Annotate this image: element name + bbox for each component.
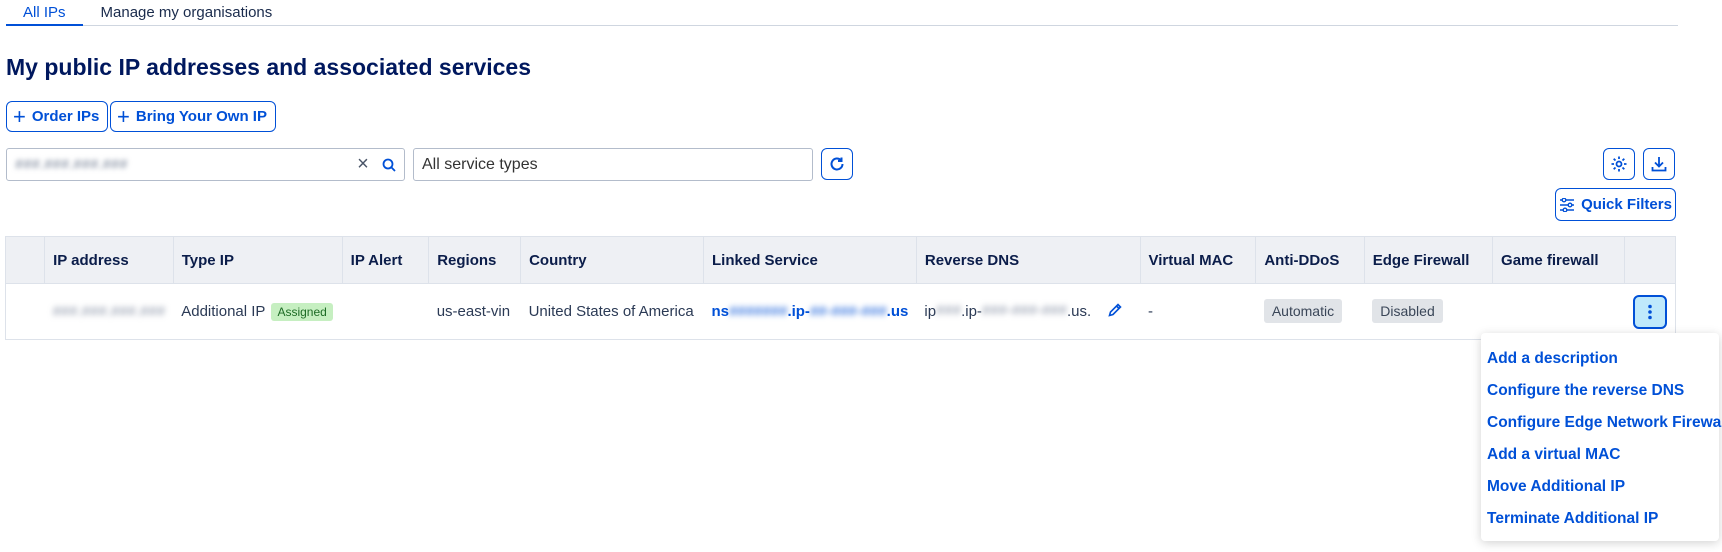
col-ip-address[interactable]: IP address: [44, 236, 174, 284]
col-select: [4, 236, 46, 284]
reverse-dns-cell: ip###.ip-###-###-###.us.: [916, 283, 1140, 340]
status-badge: Assigned: [271, 303, 333, 321]
service-type-select[interactable]: All service types: [413, 148, 813, 181]
actions-cell: [1624, 283, 1676, 340]
linked-service-prefix: ns: [711, 303, 730, 320]
quick-filters-button[interactable]: Quick Filters: [1555, 188, 1676, 221]
plus-icon: +: [13, 103, 26, 129]
reverse-dns-ip: .ip-: [961, 302, 982, 320]
order-ips-label: Order IPs: [31, 108, 100, 125]
col-actions: [1624, 236, 1676, 284]
menu-move-additional-ip[interactable]: Move Additional IP: [1481, 471, 1719, 503]
bring-own-ip-label: Bring Your Own IP: [135, 108, 267, 125]
type-ip-value: Additional IP: [181, 303, 266, 320]
menu-configure-edge-firewall[interactable]: Configure Edge Network Firewall: [1481, 407, 1722, 439]
row-actions-menu: Add a description Configure the reverse …: [1481, 333, 1722, 541]
region-cell: us-east-vin: [428, 283, 521, 340]
search-icon[interactable]: [374, 158, 404, 172]
download-button[interactable]: [1643, 148, 1675, 180]
col-country[interactable]: Country: [520, 236, 705, 284]
col-reverse-dns[interactable]: Reverse DNS: [915, 236, 1141, 284]
reverse-dns-mid2: ###-###-###: [981, 302, 1067, 320]
edit-icon[interactable]: [1107, 302, 1123, 322]
menu-terminate-additional-ip[interactable]: Terminate Additional IP: [1481, 503, 1719, 535]
linked-service-ip: .ip-: [787, 303, 810, 320]
search-value: ###.###.###.###: [15, 156, 128, 173]
edge-firewall-badge: Disabled: [1372, 299, 1443, 323]
col-regions[interactable]: Regions: [428, 236, 522, 284]
row-select-cell: [4, 283, 45, 340]
col-type-ip[interactable]: Type IP: [172, 236, 343, 284]
reverse-dns-prefix: ip: [924, 302, 937, 320]
menu-add-description[interactable]: Add a description: [1481, 343, 1719, 375]
linked-service-cell: ns#######.ip-##-###-###.us: [703, 283, 917, 340]
gear-icon: [1611, 156, 1627, 172]
tab-bar: All IPs Manage my organisations: [6, 0, 1678, 26]
row-actions-button[interactable]: [1632, 294, 1667, 329]
refresh-button[interactable]: [821, 148, 853, 180]
sliders-icon: [1560, 197, 1575, 212]
country-cell: United States of America: [520, 283, 704, 340]
tab-all-ips[interactable]: All IPs: [6, 0, 83, 26]
ip-alert-cell: [342, 283, 429, 340]
bring-own-ip-button[interactable]: + Bring Your Own IP: [110, 101, 276, 132]
plus-icon: +: [117, 103, 130, 129]
reverse-dns-mid1: ###: [936, 302, 962, 320]
clear-icon[interactable]: ×: [352, 153, 374, 176]
col-linked-service[interactable]: Linked Service: [703, 236, 917, 284]
linked-service-link[interactable]: ns#######.ip-##-###-###.us: [712, 303, 909, 320]
col-game-firewall[interactable]: Game firewall: [1492, 236, 1626, 284]
refresh-icon: [830, 157, 844, 171]
game-firewall-cell: [1492, 283, 1625, 340]
settings-button[interactable]: [1603, 148, 1635, 180]
menu-configure-reverse-dns[interactable]: Configure the reverse DNS: [1481, 375, 1719, 407]
order-ips-button[interactable]: + Order IPs: [6, 101, 109, 132]
ip-address-cell: ###.###.###.###: [44, 283, 174, 340]
download-icon: [1651, 157, 1667, 172]
search-input[interactable]: ###.###.###.### ×: [6, 148, 405, 181]
col-anti-ddos[interactable]: Anti-DDoS: [1255, 236, 1365, 284]
reverse-dns-suffix: .us.: [1067, 302, 1092, 320]
virtual-mac-cell: -: [1140, 283, 1256, 340]
kebab-icon: [1648, 304, 1652, 319]
ip-table: IP address Type IP IP Alert Regions Coun…: [4, 236, 1676, 340]
col-ip-alert[interactable]: IP Alert: [341, 236, 430, 284]
table-row: ###.###.###.### Additional IP Assigned us…: [4, 283, 1676, 340]
type-ip-cell: Additional IP Assigned: [173, 283, 343, 340]
page-title: My public IP addresses and associated se…: [6, 54, 532, 80]
menu-add-virtual-mac[interactable]: Add a virtual MAC: [1481, 439, 1719, 471]
anti-ddos-badge: Automatic: [1263, 299, 1343, 323]
linked-service-mid1: #######: [729, 303, 788, 320]
col-virtual-mac[interactable]: Virtual MAC: [1139, 236, 1257, 284]
table-header-row: IP address Type IP IP Alert Regions Coun…: [4, 236, 1676, 284]
ip-address-value: ###.###.###.###: [52, 303, 166, 320]
edge-firewall-cell: Disabled: [1364, 283, 1493, 340]
tab-manage-organisations[interactable]: Manage my organisations: [101, 0, 273, 26]
linked-service-mid2: ##-###-###: [809, 303, 887, 320]
quick-filters-label: Quick Filters: [1581, 196, 1672, 213]
anti-ddos-cell: Automatic: [1255, 283, 1365, 340]
col-edge-firewall[interactable]: Edge Firewall: [1363, 236, 1494, 284]
linked-service-suffix: .us: [886, 303, 909, 320]
